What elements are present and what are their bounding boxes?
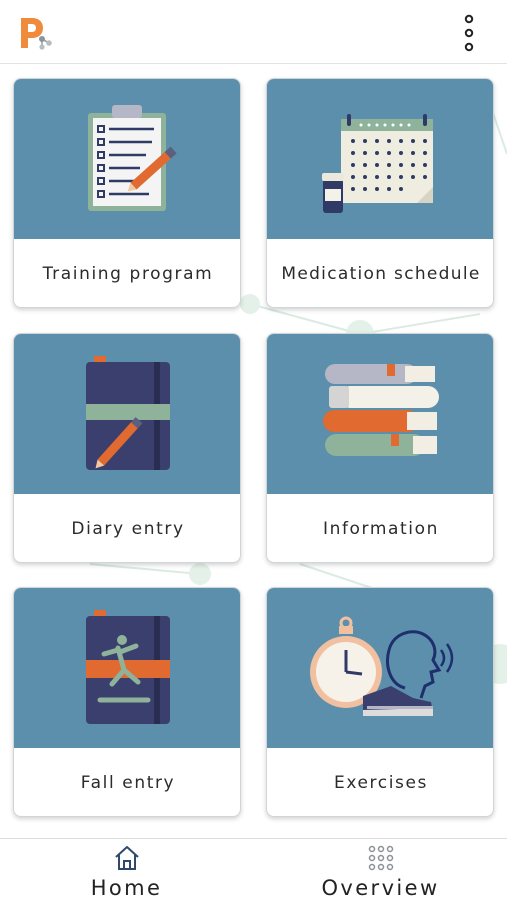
tile-illustration	[267, 334, 493, 494]
fall-notebook-icon	[86, 610, 170, 724]
tile-illustration	[14, 79, 240, 239]
nav-home[interactable]: Home	[0, 839, 253, 900]
tile-label: Exercises	[334, 773, 428, 793]
bottom-navigation: Home Overview	[0, 838, 507, 900]
tile-illustration	[267, 79, 493, 239]
grid-dots-icon	[368, 845, 394, 871]
stopwatch-voice-shoe-icon	[310, 616, 454, 716]
tile-illustration	[14, 588, 240, 748]
tile-grid: Training program Medication schedule Dia…	[0, 64, 507, 838]
tile-medication-schedule[interactable]: Medication schedule	[266, 78, 494, 308]
diary-notebook-icon	[86, 356, 170, 470]
tile-exercises[interactable]: Exercises	[266, 587, 494, 817]
tile-illustration	[267, 588, 493, 748]
calendar-pills-icon	[322, 114, 433, 213]
clipboard-checklist-icon	[88, 105, 177, 211]
nav-overview-label: Overview	[321, 876, 440, 900]
tile-training-program[interactable]: Training program	[13, 78, 241, 308]
tile-fall-entry[interactable]: Fall entry	[13, 587, 241, 817]
app-bar	[0, 0, 507, 64]
tile-label: Diary entry	[71, 519, 185, 539]
p-logo-icon[interactable]	[18, 14, 54, 52]
nav-overview[interactable]: Overview	[254, 839, 507, 900]
tile-label: Information	[322, 519, 439, 539]
tile-label: Medication schedule	[281, 264, 481, 284]
tile-diary-entry[interactable]: Diary entry	[13, 333, 241, 563]
tile-illustration	[14, 334, 240, 494]
more-vert-icon[interactable]	[461, 14, 477, 52]
home-icon	[115, 846, 139, 870]
nav-home-label: Home	[90, 876, 163, 900]
tile-information[interactable]: Information	[266, 333, 494, 563]
tile-label: Training program	[42, 264, 214, 284]
book-stack-icon	[323, 364, 439, 456]
tile-label: Fall entry	[80, 773, 176, 793]
